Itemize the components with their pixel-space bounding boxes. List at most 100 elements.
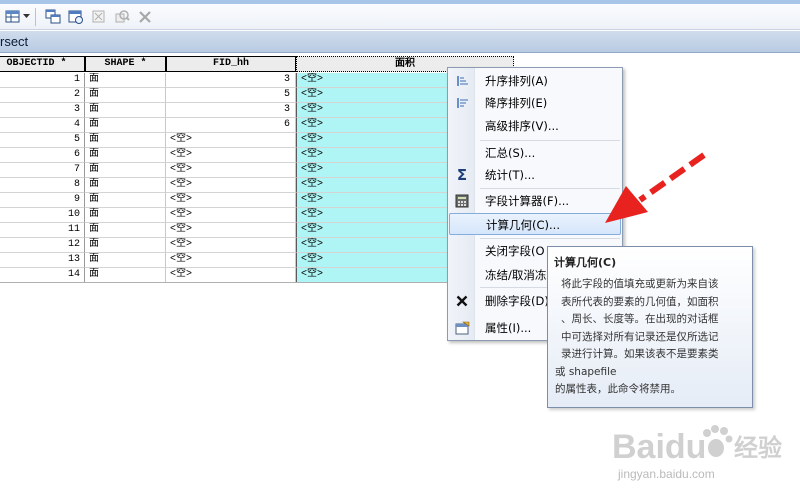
zoom-to-selected-icon[interactable] xyxy=(112,7,132,27)
cell-area[interactable]: <空> xyxy=(296,133,452,148)
toolbar-separator xyxy=(35,7,36,26)
menu-item-sort-descending[interactable]: 降序排列(E) xyxy=(449,92,621,114)
menu-item-advanced-sort[interactable]: 高级排序(V)... xyxy=(449,115,621,137)
cell-area[interactable]: <空> xyxy=(296,163,452,178)
cell-fid-hh[interactable]: <空> xyxy=(166,133,296,148)
cell-area[interactable]: <空> xyxy=(296,148,452,163)
table-row[interactable]: 1 面 3 <空> xyxy=(0,73,452,88)
menu-item-field-calculator[interactable]: 字段计算器(F)... xyxy=(449,190,621,212)
dropdown-arrow-icon[interactable] xyxy=(23,7,31,27)
cell-area[interactable]: <空> xyxy=(296,268,452,283)
cell-fid-hh[interactable]: <空> xyxy=(166,238,296,253)
table-row[interactable]: 8 面 <空> <空> xyxy=(0,178,452,193)
cell-area[interactable]: <空> xyxy=(296,73,452,88)
table-row[interactable]: 11 面 <空> <空> xyxy=(0,223,452,238)
cell-area[interactable]: <空> xyxy=(296,88,452,103)
table-row[interactable]: 13 面 <空> <空> xyxy=(0,253,452,268)
menu-item-sort-ascending[interactable]: 升序排列(A) xyxy=(449,70,621,92)
cell-shape[interactable]: 面 xyxy=(85,178,166,193)
cell-fid-hh[interactable]: <空> xyxy=(166,178,296,193)
column-header-shape[interactable]: SHAPE * xyxy=(85,56,166,72)
cell-fid-hh[interactable]: 6 xyxy=(166,118,296,133)
cell-objectid[interactable]: 11 xyxy=(0,223,85,238)
tooltip-line: 或 shapefile xyxy=(555,365,617,378)
cell-area[interactable]: <空> xyxy=(296,208,452,223)
menu-item-label: 属性(I)... xyxy=(485,321,532,335)
cell-shape[interactable]: 面 xyxy=(85,88,166,103)
cell-shape[interactable]: 面 xyxy=(85,208,166,223)
menu-item-statistics[interactable]: Σ 统计(T)... xyxy=(449,164,621,186)
cell-fid-hh[interactable]: <空> xyxy=(166,253,296,268)
delete-selected-icon[interactable] xyxy=(135,7,155,27)
table-title-bar: rsect xyxy=(0,31,800,53)
tooltip-line: 将此字段的值填充或更新为来自该 xyxy=(561,278,719,290)
clear-selection-icon[interactable] xyxy=(89,7,109,27)
menu-item-label: 字段计算器(F)... xyxy=(485,194,570,208)
cell-shape[interactable]: 面 xyxy=(85,103,166,118)
table-row[interactable]: 3 面 3 <空> xyxy=(0,103,452,118)
table-row[interactable]: 6 面 <空> <空> xyxy=(0,148,452,163)
cell-shape[interactable]: 面 xyxy=(85,193,166,208)
cell-shape[interactable]: 面 xyxy=(85,148,166,163)
menu-separator xyxy=(480,140,620,141)
cell-shape[interactable]: 面 xyxy=(85,118,166,133)
cell-shape[interactable]: 面 xyxy=(85,238,166,253)
select-by-attributes-icon[interactable] xyxy=(66,7,86,27)
cell-objectid[interactable]: 9 xyxy=(0,193,85,208)
watermark-text: 经验 xyxy=(734,434,782,462)
cell-fid-hh[interactable]: <空> xyxy=(166,148,296,163)
cell-objectid[interactable]: 1 xyxy=(0,73,85,88)
cell-objectid[interactable]: 5 xyxy=(0,133,85,148)
cell-fid-hh[interactable]: <空> xyxy=(166,223,296,238)
annotation-arrow-icon xyxy=(605,152,706,223)
cell-shape[interactable]: 面 xyxy=(85,223,166,238)
cell-objectid[interactable]: 6 xyxy=(0,148,85,163)
cell-area[interactable]: <空> xyxy=(296,223,452,238)
cell-objectid[interactable]: 14 xyxy=(0,268,85,283)
table-row[interactable]: 5 面 <空> <空> xyxy=(0,133,452,148)
cell-fid-hh[interactable]: <空> xyxy=(166,163,296,178)
cell-objectid[interactable]: 8 xyxy=(0,178,85,193)
table-row[interactable]: 2 面 5 <空> xyxy=(0,88,452,103)
related-tables-icon[interactable] xyxy=(43,7,63,27)
cell-area[interactable]: <空> xyxy=(296,238,452,253)
cell-fid-hh[interactable]: <空> xyxy=(166,208,296,223)
cell-objectid[interactable]: 10 xyxy=(0,208,85,223)
table-row[interactable]: 9 面 <空> <空> xyxy=(0,193,452,208)
paw-icon xyxy=(703,425,733,457)
cell-fid-hh[interactable]: <空> xyxy=(166,193,296,208)
menu-item-label: 删除字段(D) xyxy=(485,294,549,308)
cell-objectid[interactable]: 4 xyxy=(0,118,85,133)
calculator-icon xyxy=(454,193,470,209)
cell-shape[interactable]: 面 xyxy=(85,73,166,88)
column-header-objectid[interactable]: OBJECTID * xyxy=(0,56,85,72)
table-row[interactable]: 12 面 <空> <空> xyxy=(0,238,452,253)
cell-shape[interactable]: 面 xyxy=(85,133,166,148)
cell-shape[interactable]: 面 xyxy=(85,253,166,268)
menu-item-summarize[interactable]: 汇总(S)... xyxy=(449,142,621,164)
cell-area[interactable]: <空> xyxy=(296,253,452,268)
column-header-fid-hh[interactable]: FID_hh xyxy=(166,56,296,72)
cell-objectid[interactable]: 13 xyxy=(0,253,85,268)
cell-area[interactable]: <空> xyxy=(296,118,452,133)
cell-shape[interactable]: 面 xyxy=(85,268,166,283)
cell-fid-hh[interactable]: <空> xyxy=(166,268,296,283)
cell-fid-hh[interactable]: 5 xyxy=(166,88,296,103)
cell-area[interactable]: <空> xyxy=(296,178,452,193)
table-row[interactable]: 10 面 <空> <空> xyxy=(0,208,452,223)
menu-item-calculate-geometry[interactable]: 计算几何(C)... xyxy=(449,213,621,235)
table-options-icon[interactable] xyxy=(3,7,23,27)
cell-area[interactable]: <空> xyxy=(296,103,452,118)
cell-objectid[interactable]: 12 xyxy=(0,238,85,253)
menu-separator xyxy=(480,238,620,239)
cell-shape[interactable]: 面 xyxy=(85,163,166,178)
cell-objectid[interactable]: 3 xyxy=(0,103,85,118)
cell-area[interactable]: <空> xyxy=(296,193,452,208)
cell-objectid[interactable]: 7 xyxy=(0,163,85,178)
table-row[interactable]: 4 面 6 <空> xyxy=(0,118,452,133)
cell-objectid[interactable]: 2 xyxy=(0,88,85,103)
table-row[interactable]: 14 面 <空> <空> xyxy=(0,268,452,283)
cell-fid-hh[interactable]: 3 xyxy=(166,103,296,118)
table-row[interactable]: 7 面 <空> <空> xyxy=(0,163,452,178)
cell-fid-hh[interactable]: 3 xyxy=(166,73,296,88)
